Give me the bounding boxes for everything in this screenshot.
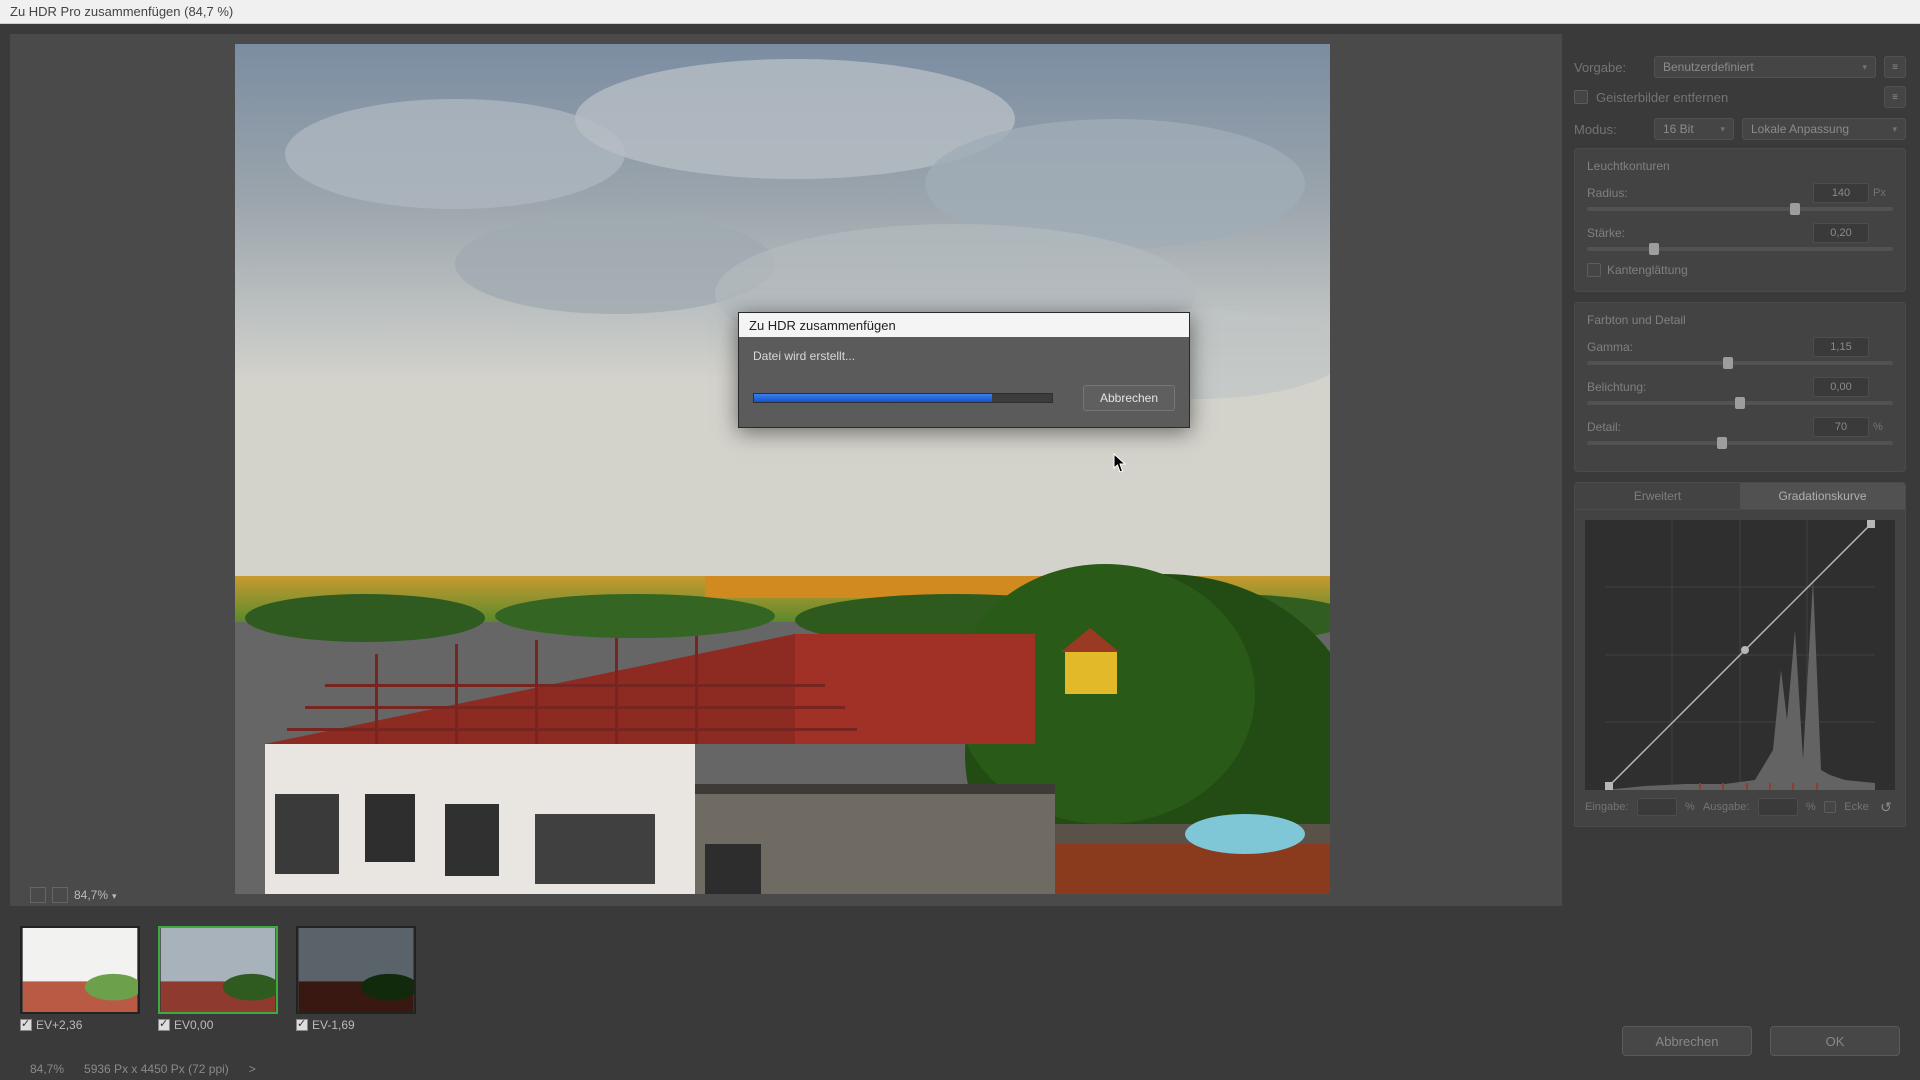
adjustment-tabs: Erweitert Gradationskurve bbox=[1574, 482, 1906, 510]
exposure-slider[interactable] bbox=[1587, 401, 1893, 405]
tone-detail-title: Farbton und Detail bbox=[1587, 313, 1893, 327]
radius-slider[interactable] bbox=[1587, 207, 1893, 211]
exposure-param: Belichtung: 0,00 bbox=[1587, 377, 1893, 405]
edge-smoothing-label: Kantenglättung bbox=[1607, 263, 1688, 277]
status-zoom: 84,7% bbox=[30, 1062, 64, 1076]
chevron-down-icon: ▾ bbox=[1892, 124, 1897, 135]
chevron-down-icon: ▾ bbox=[112, 891, 117, 901]
preset-options-button[interactable]: ≡ bbox=[1884, 56, 1906, 78]
preset-value: Benutzerdefiniert bbox=[1663, 60, 1754, 74]
zoom-value: 84,7% bbox=[74, 888, 108, 902]
preview-image[interactable] bbox=[235, 44, 1330, 894]
gamma-slider[interactable] bbox=[1587, 361, 1893, 365]
dialog-footer: Abbrechen OK bbox=[1622, 1026, 1900, 1056]
settings-panel: Vorgabe: Benutzerdefiniert ▾ ≡ Geisterbi… bbox=[1574, 56, 1906, 827]
preset-select[interactable]: Benutzerdefiniert ▾ bbox=[1654, 56, 1876, 78]
ghost-removal-checkbox[interactable] bbox=[1574, 90, 1588, 104]
tone-curve[interactable] bbox=[1585, 520, 1895, 790]
thumb-checkbox[interactable] bbox=[296, 1019, 308, 1031]
thumb-ev-label: EV0,00 bbox=[174, 1018, 213, 1032]
radius-label: Radius: bbox=[1587, 186, 1628, 200]
status-dimensions: 5936 Px x 4450 Px (72 ppi) bbox=[84, 1062, 229, 1076]
tone-detail-section: Farbton und Detail Gamma: 1,15 Belichtun… bbox=[1574, 302, 1906, 472]
edge-glow-section: Leuchtkonturen Radius: 140 Px Stärke: 0,… bbox=[1574, 148, 1906, 292]
progress-bar bbox=[753, 393, 1053, 403]
cancel-button[interactable]: Abbrechen bbox=[1622, 1026, 1752, 1056]
pct-label: % bbox=[1685, 801, 1695, 813]
exposure-value[interactable]: 0,00 bbox=[1813, 377, 1869, 397]
thumb-checkbox[interactable] bbox=[158, 1019, 170, 1031]
ghost-removal-label: Geisterbilder entfernen bbox=[1596, 90, 1728, 105]
curve-input-label: Eingabe: bbox=[1585, 801, 1628, 813]
edge-glow-title: Leuchtkonturen bbox=[1587, 159, 1893, 173]
radius-value[interactable]: 140 bbox=[1813, 183, 1869, 203]
progress-fill bbox=[754, 394, 992, 402]
tone-mapping-select[interactable]: Lokale Anpassung ▾ bbox=[1742, 118, 1906, 140]
ghost-options-button[interactable]: ≡ bbox=[1884, 86, 1906, 108]
progress-cancel-button[interactable]: Abbrechen bbox=[1083, 385, 1175, 411]
corner-label: Ecke bbox=[1844, 801, 1868, 813]
gamma-param: Gamma: 1,15 bbox=[1587, 337, 1893, 365]
curve-input-field[interactable] bbox=[1637, 798, 1677, 816]
strength-label: Stärke: bbox=[1587, 226, 1625, 240]
strength-param: Stärke: 0,20 bbox=[1587, 223, 1893, 251]
progress-dialog: Zu HDR zusammenfügen Datei wird erstellt… bbox=[738, 312, 1190, 428]
window-titlebar: Zu HDR Pro zusammenfügen (84,7 %) bbox=[0, 0, 1920, 24]
fit-screen-icon[interactable] bbox=[30, 887, 46, 903]
pct-label: % bbox=[1806, 801, 1816, 813]
mode-label: Modus: bbox=[1574, 122, 1646, 137]
thumb-checkbox[interactable] bbox=[20, 1019, 32, 1031]
strength-slider[interactable] bbox=[1587, 247, 1893, 251]
hdr-preview-illustration bbox=[235, 44, 1330, 894]
edge-smoothing-checkbox[interactable] bbox=[1587, 263, 1601, 277]
chevron-down-icon: ▾ bbox=[1862, 62, 1867, 73]
detail-slider[interactable] bbox=[1587, 441, 1893, 445]
strength-value[interactable]: 0,20 bbox=[1813, 223, 1869, 243]
zoom-bar: 84,7% ▾ bbox=[30, 884, 117, 906]
radius-param: Radius: 140 Px bbox=[1587, 183, 1893, 211]
chevron-down-icon: ▾ bbox=[1720, 124, 1725, 135]
detail-value[interactable]: 70 bbox=[1813, 417, 1869, 437]
window-title: Zu HDR Pro zusammenfügen (84,7 %) bbox=[10, 4, 233, 19]
thumbnail[interactable]: EV+2,36 bbox=[20, 926, 140, 1032]
status-arrow-icon: > bbox=[249, 1062, 256, 1076]
status-bar: 84,7% 5936 Px x 4450 Px (72 ppi) > bbox=[30, 1062, 256, 1076]
curve-panel: Eingabe: % Ausgabe: % Ecke ↺ bbox=[1574, 510, 1906, 827]
tab-curve[interactable]: Gradationskurve bbox=[1740, 483, 1905, 509]
thumbnail[interactable]: EV0,00 bbox=[158, 926, 278, 1032]
preset-label: Vorgabe: bbox=[1574, 60, 1646, 75]
thumb-ev-label: EV-1,69 bbox=[312, 1018, 355, 1032]
corner-checkbox[interactable] bbox=[1824, 801, 1836, 813]
exposure-label: Belichtung: bbox=[1587, 380, 1646, 394]
ok-button[interactable]: OK bbox=[1770, 1026, 1900, 1056]
curve-output-field[interactable] bbox=[1758, 798, 1798, 816]
thumb-overexposed bbox=[20, 926, 140, 1014]
progress-dialog-title: Zu HDR zusammenfügen bbox=[739, 313, 1189, 337]
curve-output-label: Ausgabe: bbox=[1703, 801, 1749, 813]
thumb-ev-label: EV+2,36 bbox=[36, 1018, 82, 1032]
bit-depth-select[interactable]: 16 Bit ▾ bbox=[1654, 118, 1734, 140]
progress-message: Datei wird erstellt... bbox=[753, 349, 1175, 363]
radius-unit: Px bbox=[1873, 187, 1893, 199]
tone-mapping-value: Lokale Anpassung bbox=[1751, 122, 1849, 136]
zoom-level-select[interactable]: 84,7% ▾ bbox=[74, 888, 117, 902]
bit-depth-value: 16 Bit bbox=[1663, 122, 1694, 136]
tab-advanced[interactable]: Erweitert bbox=[1575, 483, 1740, 509]
thumb-normal bbox=[158, 926, 278, 1014]
thumbnail[interactable]: EV-1,69 bbox=[296, 926, 416, 1032]
thumb-underexposed bbox=[296, 926, 416, 1014]
actual-pixels-icon[interactable] bbox=[52, 887, 68, 903]
exposure-thumbnails: EV+2,36 EV0,00 EV-1,69 bbox=[20, 926, 416, 1032]
gamma-value[interactable]: 1,15 bbox=[1813, 337, 1869, 357]
reset-curve-icon[interactable]: ↺ bbox=[1877, 798, 1895, 816]
detail-unit: % bbox=[1873, 421, 1893, 433]
detail-param: Detail: 70 % bbox=[1587, 417, 1893, 445]
canvas-area: 84,7% ▾ bbox=[10, 34, 1562, 906]
gamma-label: Gamma: bbox=[1587, 340, 1633, 354]
detail-label: Detail: bbox=[1587, 420, 1621, 434]
